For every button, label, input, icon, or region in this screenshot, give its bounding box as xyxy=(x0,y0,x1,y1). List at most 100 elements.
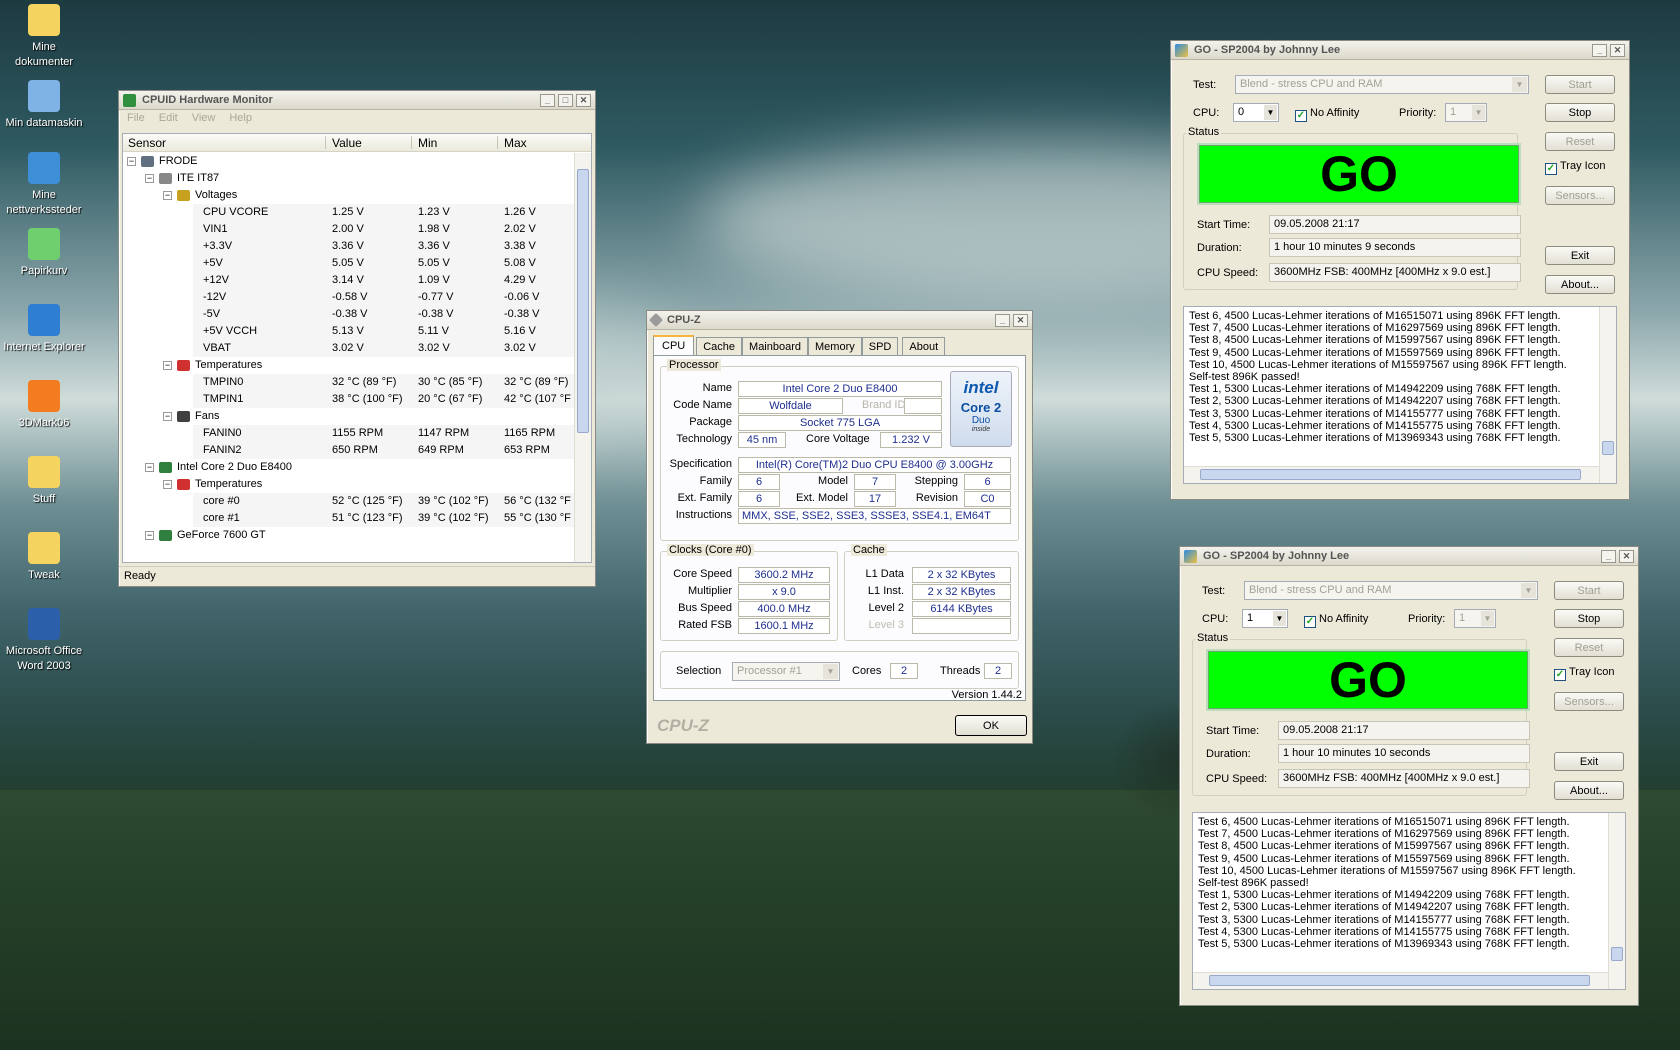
tab-memory[interactable]: Memory xyxy=(808,337,862,355)
minimize-button[interactable]: _ xyxy=(1592,43,1607,57)
stop-button[interactable]: Stop xyxy=(1554,609,1624,628)
desktop-icon[interactable]: Microsoft Office Word 2003 xyxy=(2,608,86,674)
tree-expander[interactable]: − xyxy=(145,463,154,472)
close-button[interactable]: ✕ xyxy=(576,93,591,107)
tab-mainboard[interactable]: Mainboard xyxy=(742,337,809,355)
log-output[interactable]: Test 6, 4500 Lucas-Lehmer iterations of … xyxy=(1183,306,1617,484)
test-select[interactable]: Blend - stress CPU and RAM ▼ xyxy=(1235,75,1529,94)
tab-cpu[interactable]: CPU xyxy=(653,335,695,355)
menu-help[interactable]: Help xyxy=(229,112,252,126)
log-vscrollbar[interactable] xyxy=(1599,307,1616,483)
sensor-row[interactable]: +5V VCCH 5.13 V 5.11 V 5.16 V xyxy=(193,323,576,340)
processor-select[interactable]: Processor #1 ▼ xyxy=(732,662,840,681)
scrollbar-thumb[interactable] xyxy=(1209,975,1590,986)
close-button[interactable]: ✕ xyxy=(1610,43,1625,57)
sp-titlebar[interactable]: GO - SP2004 by Johnny Lee _ ✕ xyxy=(1180,547,1638,566)
sensor-row[interactable]: − Temperatures xyxy=(123,476,576,493)
sensor-row[interactable]: − Intel Core 2 Duo E8400 xyxy=(123,459,576,476)
menu-view[interactable]: View xyxy=(192,112,216,126)
sensor-row[interactable]: FANIN0 1155 RPM 1147 RPM 1165 RPM xyxy=(193,425,576,442)
sensor-row[interactable]: − Fans xyxy=(123,408,576,425)
sensors-button[interactable]: Sensors... xyxy=(1545,186,1615,205)
sensor-row[interactable]: -5V -0.38 V -0.38 V -0.38 V xyxy=(193,306,576,323)
sensor-row[interactable]: +12V 3.14 V 1.09 V 4.29 V xyxy=(193,272,576,289)
desktop-icon[interactable]: Papirkurv xyxy=(2,228,86,279)
sp2004-window-2[interactable]: GO - SP2004 by Johnny Lee _ ✕ Test: Blen… xyxy=(1179,546,1639,1006)
scrollbar-thumb[interactable] xyxy=(1611,947,1623,961)
chevron-down-icon[interactable]: ▼ xyxy=(823,664,838,679)
cpu-select[interactable]: 1 ▼ xyxy=(1242,609,1288,628)
sensor-row[interactable]: − ITE IT87 xyxy=(123,170,576,187)
tray-icon-checkbox[interactable]: ✓ Tray Icon xyxy=(1554,666,1614,681)
desktop-icon[interactable]: Tweak xyxy=(2,532,86,583)
tray-icon-checkbox[interactable]: ✓ Tray Icon xyxy=(1545,160,1605,175)
about-button[interactable]: About... xyxy=(1545,275,1615,294)
about-button[interactable]: About... xyxy=(1554,781,1624,800)
hwmon-window[interactable]: CPUID Hardware Monitor _ □ ✕ File Edit V… xyxy=(118,90,596,587)
chevron-down-icon[interactable]: ▼ xyxy=(1264,105,1277,120)
chevron-down-icon[interactable]: ▼ xyxy=(1472,105,1485,120)
sensor-row[interactable]: +5V 5.05 V 5.05 V 5.08 V xyxy=(193,255,576,272)
col-sensor[interactable]: Sensor xyxy=(128,136,323,150)
cpu-select[interactable]: 0 ▼ xyxy=(1233,103,1279,122)
test-select[interactable]: Blend - stress CPU and RAM ▼ xyxy=(1244,581,1538,600)
sensor-row[interactable]: -12V -0.58 V -0.77 V -0.06 V xyxy=(193,289,576,306)
sensor-row[interactable]: − Temperatures xyxy=(123,357,576,374)
desktop-icon[interactable]: 3DMark06 xyxy=(2,380,86,431)
sensor-row[interactable]: − FRODE xyxy=(123,153,576,170)
chevron-down-icon[interactable]: ▼ xyxy=(1512,77,1527,92)
exit-button[interactable]: Exit xyxy=(1545,246,1615,265)
no-affinity-checkbox[interactable]: ✓ No Affinity xyxy=(1304,613,1368,628)
chevron-down-icon[interactable]: ▼ xyxy=(1481,611,1494,626)
tree-expander[interactable]: − xyxy=(163,361,172,370)
tree-expander[interactable]: − xyxy=(127,157,136,166)
log-output[interactable]: Test 6, 4500 Lucas-Lehmer iterations of … xyxy=(1192,812,1626,990)
reset-button[interactable]: Reset xyxy=(1545,132,1615,151)
col-max[interactable]: Max xyxy=(504,136,527,150)
priority-select[interactable]: 1 ▼ xyxy=(1445,103,1487,122)
menu-file[interactable]: File xyxy=(127,112,145,126)
desktop-icon[interactable]: Mine nettverkssteder xyxy=(2,152,86,218)
tree-expander[interactable]: − xyxy=(145,531,154,540)
tab-spd[interactable]: SPD xyxy=(861,337,899,355)
col-min[interactable]: Min xyxy=(418,136,437,150)
chevron-down-icon[interactable]: ▼ xyxy=(1273,611,1286,626)
exit-button[interactable]: Exit xyxy=(1554,752,1624,771)
stop-button[interactable]: Stop xyxy=(1545,103,1615,122)
tab-about[interactable]: About xyxy=(902,337,946,355)
scrollbar-thumb[interactable] xyxy=(1200,469,1581,480)
desktop-icon[interactable]: Mine dokumenter xyxy=(2,4,86,70)
tab-cache[interactable]: Cache xyxy=(696,337,743,355)
minimize-button[interactable]: _ xyxy=(1601,549,1616,563)
no-affinity-checkbox[interactable]: ✓ No Affinity xyxy=(1295,107,1359,122)
priority-select[interactable]: 1 ▼ xyxy=(1454,609,1496,628)
tree-expander[interactable]: − xyxy=(145,174,154,183)
close-button[interactable]: ✕ xyxy=(1619,549,1634,563)
cpuz-titlebar[interactable]: CPU-Z _ ✕ xyxy=(647,311,1032,330)
ok-button[interactable]: OK xyxy=(955,715,1027,736)
minimize-button[interactable]: _ xyxy=(995,313,1010,327)
minimize-button[interactable]: _ xyxy=(540,93,555,107)
chevron-down-icon[interactable]: ▼ xyxy=(1521,583,1536,598)
sensor-row[interactable]: core #0 52 °C (125 °F) 39 °C (102 °F) 56 °C… xyxy=(193,493,576,510)
sensor-row[interactable]: TMPIN0 32 °C (89 °F) 30 °C (85 °F) 32 °C (8… xyxy=(193,374,576,391)
sensor-row[interactable]: VIN1 2.00 V 1.98 V 2.02 V xyxy=(193,221,576,238)
start-button[interactable]: Start xyxy=(1554,581,1624,600)
scrollbar-thumb[interactable] xyxy=(1602,441,1614,455)
desktop-icon[interactable]: Stuff xyxy=(2,456,86,507)
hwmon-scrollbar[interactable] xyxy=(574,153,591,562)
scrollbar-thumb[interactable] xyxy=(577,169,589,433)
sp-titlebar[interactable]: GO - SP2004 by Johnny Lee _ ✕ xyxy=(1171,41,1629,60)
reset-button[interactable]: Reset xyxy=(1554,638,1624,657)
sensors-button[interactable]: Sensors... xyxy=(1554,692,1624,711)
sp2004-window-1[interactable]: GO - SP2004 by Johnny Lee _ ✕ Test: Blen… xyxy=(1170,40,1630,500)
sensor-row[interactable]: +3.3V 3.36 V 3.36 V 3.38 V xyxy=(193,238,576,255)
close-button[interactable]: ✕ xyxy=(1013,313,1028,327)
tree-expander[interactable]: − xyxy=(163,412,172,421)
hwmon-titlebar[interactable]: CPUID Hardware Monitor _ □ ✕ xyxy=(119,91,595,110)
maximize-button[interactable]: □ xyxy=(558,93,573,107)
col-value[interactable]: Value xyxy=(332,136,362,150)
menu-edit[interactable]: Edit xyxy=(159,112,178,126)
sensor-row[interactable]: CPU VCORE 1.25 V 1.23 V 1.26 V xyxy=(193,204,576,221)
sensor-row[interactable]: − GeForce 7600 GT xyxy=(123,527,576,544)
